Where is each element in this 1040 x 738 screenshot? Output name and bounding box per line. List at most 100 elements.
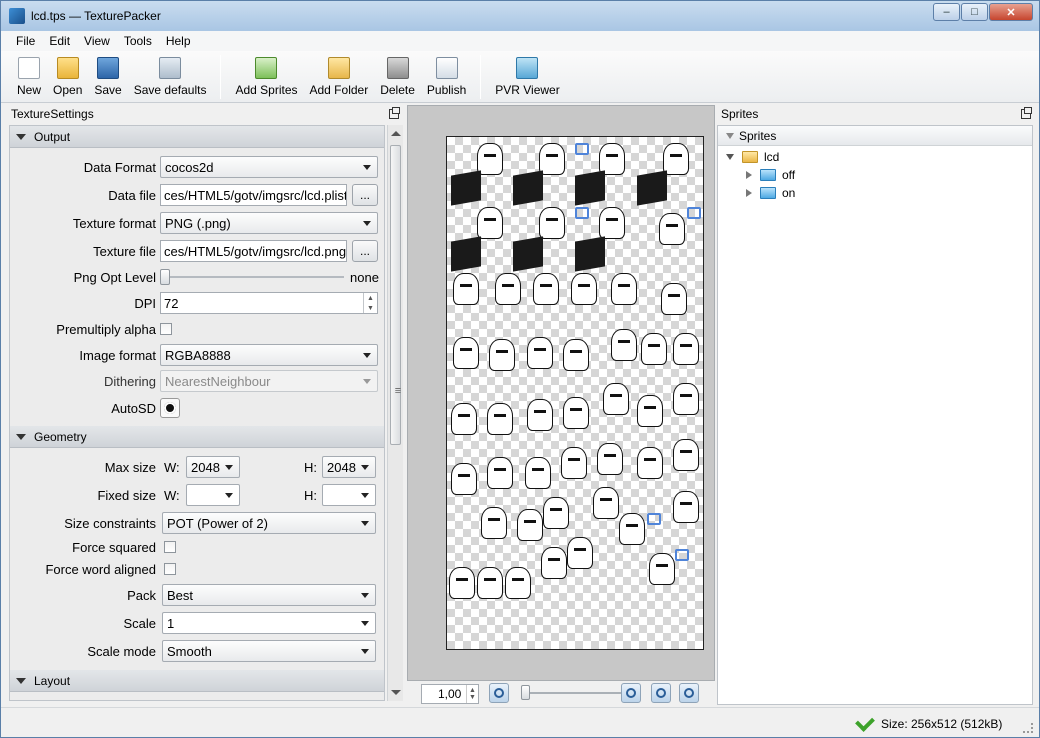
zoom-actual-button[interactable] bbox=[679, 683, 699, 703]
pvr-viewer-button[interactable]: PVR Viewer bbox=[495, 57, 560, 97]
sprite-thumbnail[interactable] bbox=[517, 509, 543, 541]
sprite-thumbnail[interactable] bbox=[571, 273, 597, 305]
scroll-down-arrow-icon[interactable] bbox=[391, 690, 401, 695]
publish-button[interactable]: Publish bbox=[427, 57, 466, 97]
dpi-spin-buttons[interactable]: ▲ ▼ bbox=[363, 293, 377, 313]
delete-button[interactable]: Delete bbox=[380, 57, 415, 97]
sprite-thumbnail[interactable] bbox=[453, 337, 479, 369]
layers-sprite-icon[interactable] bbox=[675, 549, 689, 561]
sprite-thumbnail[interactable] bbox=[597, 443, 623, 475]
sprite-thumbnail[interactable] bbox=[477, 567, 503, 599]
sprite-thumbnail[interactable] bbox=[543, 497, 569, 529]
scroll-up-arrow-icon[interactable] bbox=[391, 131, 401, 136]
expand-arrow-icon[interactable] bbox=[746, 189, 752, 197]
sprite-thumbnail[interactable] bbox=[673, 383, 699, 415]
sprite-thumbnail[interactable] bbox=[599, 207, 625, 239]
sprite-thumbnail[interactable] bbox=[619, 513, 645, 545]
sprite-thumbnail[interactable] bbox=[451, 463, 477, 495]
sprite-thumbnail[interactable] bbox=[525, 457, 551, 489]
output-section-header[interactable]: Output bbox=[10, 126, 384, 148]
data-format-select[interactable]: cocos2d bbox=[160, 156, 378, 178]
sprite-thumbnail[interactable] bbox=[673, 333, 699, 365]
undock-icon[interactable] bbox=[389, 107, 400, 119]
fixed-height-select[interactable] bbox=[322, 484, 376, 506]
undock-icon[interactable] bbox=[1021, 107, 1032, 119]
sprite-thumbnail[interactable] bbox=[487, 457, 513, 489]
dpi-spinbox[interactable]: 72 ▲ ▼ bbox=[160, 292, 378, 314]
fixed-width-select[interactable] bbox=[186, 484, 240, 506]
sprite-thumbnail[interactable] bbox=[649, 553, 675, 585]
scale-mode-select[interactable]: Smooth bbox=[162, 640, 376, 662]
scale-select[interactable]: 1 bbox=[162, 612, 376, 634]
settings-scrollbar[interactable] bbox=[387, 125, 403, 701]
slider-handle[interactable] bbox=[160, 269, 170, 285]
black-cube-sprite[interactable] bbox=[513, 236, 543, 272]
zoom-spinbox[interactable]: 1,00 ▲ ▼ bbox=[421, 684, 479, 704]
black-cube-sprite[interactable] bbox=[637, 170, 667, 206]
sprite-thumbnail[interactable] bbox=[481, 507, 507, 539]
sprite-thumbnail[interactable] bbox=[567, 537, 593, 569]
expand-arrow-icon[interactable] bbox=[746, 171, 752, 179]
texture-file-browse-button[interactable]: ... bbox=[352, 240, 378, 262]
new-button[interactable]: New bbox=[17, 57, 41, 97]
menu-help[interactable]: Help bbox=[159, 34, 198, 48]
sprite-thumbnail[interactable] bbox=[527, 337, 553, 369]
spin-up-icon[interactable]: ▲ bbox=[364, 293, 377, 303]
layers-sprite-icon[interactable] bbox=[575, 207, 589, 219]
expand-arrow-icon[interactable] bbox=[726, 154, 734, 160]
autosd-settings-button[interactable] bbox=[160, 398, 180, 418]
zoom-spin-buttons[interactable]: ▲ ▼ bbox=[466, 685, 478, 703]
save-button[interactable]: Save bbox=[94, 57, 122, 97]
image-format-select[interactable]: RGBA8888 bbox=[160, 344, 378, 366]
layers-sprite-icon[interactable] bbox=[647, 513, 661, 525]
png-opt-slider[interactable] bbox=[160, 266, 344, 288]
premultiply-checkbox[interactable] bbox=[160, 323, 172, 335]
max-width-select[interactable]: 2048 bbox=[186, 456, 240, 478]
tree-item-lcd[interactable]: lcd bbox=[718, 148, 1032, 166]
close-button[interactable]: ✕ bbox=[989, 3, 1033, 21]
black-cube-sprite[interactable] bbox=[513, 170, 543, 206]
spin-down-icon[interactable]: ▼ bbox=[364, 303, 377, 313]
open-button[interactable]: Open bbox=[53, 57, 82, 97]
sprite-thumbnail[interactable] bbox=[611, 273, 637, 305]
texture-file-input[interactable]: ces/HTML5/gotv/imgsrc/lcd.png bbox=[160, 240, 347, 262]
sprite-thumbnail[interactable] bbox=[563, 339, 589, 371]
zoom-in-button[interactable] bbox=[621, 683, 641, 703]
menu-file[interactable]: File bbox=[9, 34, 42, 48]
sprite-thumbnail[interactable] bbox=[659, 213, 685, 245]
black-cube-sprite[interactable] bbox=[575, 236, 605, 272]
sprite-sheet-canvas[interactable] bbox=[446, 136, 704, 650]
data-file-browse-button[interactable]: ... bbox=[352, 184, 378, 206]
layout-section-header[interactable]: Layout bbox=[10, 670, 384, 692]
sprite-thumbnail[interactable] bbox=[495, 273, 521, 305]
sprite-thumbnail[interactable] bbox=[673, 491, 699, 523]
zoom-slider[interactable] bbox=[521, 685, 621, 700]
spin-down-icon[interactable]: ▼ bbox=[469, 694, 476, 701]
tree-item-on[interactable]: on bbox=[718, 184, 1032, 202]
zoom-out-button[interactable] bbox=[489, 683, 509, 703]
texture-format-select[interactable]: PNG (.png) bbox=[160, 212, 378, 234]
sprite-thumbnail[interactable] bbox=[527, 399, 553, 431]
tree-item-off[interactable]: off bbox=[718, 166, 1032, 184]
size-constraints-select[interactable]: POT (Power of 2) bbox=[162, 512, 376, 534]
layers-sprite-icon[interactable] bbox=[687, 207, 701, 219]
sprite-thumbnail[interactable] bbox=[563, 397, 589, 429]
sprite-thumbnail[interactable] bbox=[673, 439, 699, 471]
maximize-button[interactable]: □ bbox=[961, 3, 988, 21]
menu-view[interactable]: View bbox=[77, 34, 117, 48]
sprite-thumbnail[interactable] bbox=[487, 403, 513, 435]
sprite-thumbnail[interactable] bbox=[477, 207, 503, 239]
force-word-checkbox[interactable] bbox=[164, 563, 176, 575]
add-folder-button[interactable]: Add Folder bbox=[310, 57, 368, 97]
sprite-thumbnail[interactable] bbox=[449, 567, 475, 599]
sprite-thumbnail[interactable] bbox=[539, 207, 565, 239]
add-sprites-button[interactable]: Add Sprites bbox=[235, 57, 298, 97]
sprite-thumbnail[interactable] bbox=[541, 547, 567, 579]
data-file-input[interactable]: ces/HTML5/gotv/imgsrc/lcd.plist bbox=[160, 184, 347, 206]
spin-up-icon[interactable]: ▲ bbox=[469, 687, 476, 694]
black-cube-sprite[interactable] bbox=[451, 236, 481, 272]
slider-handle[interactable] bbox=[521, 685, 530, 700]
sprite-thumbnail[interactable] bbox=[637, 447, 663, 479]
sprites-tree-header[interactable]: Sprites bbox=[718, 126, 1032, 146]
sprite-thumbnail[interactable] bbox=[505, 567, 531, 599]
